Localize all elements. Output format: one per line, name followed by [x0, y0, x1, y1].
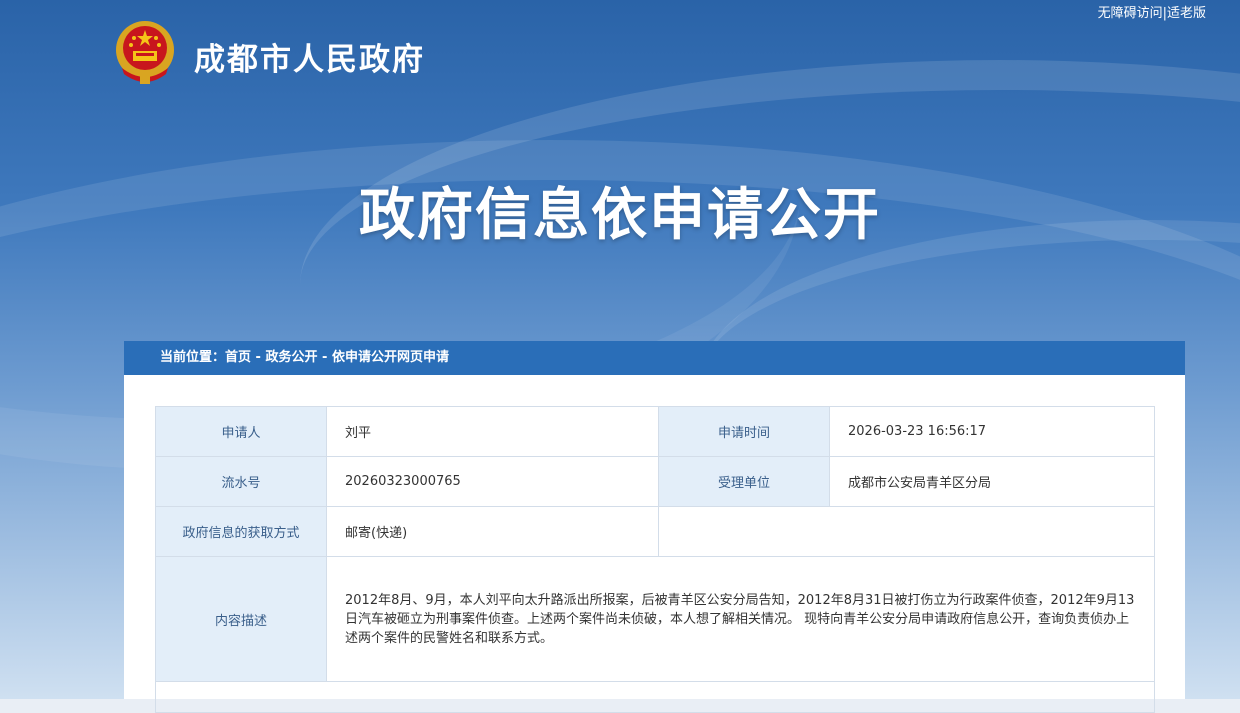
empty-cell	[658, 506, 1155, 557]
time-value: 2026-03-23 16:56:17	[829, 406, 1155, 457]
application-table: 申请人 刘平 申请时间 2026-03-23 16:56:17 流水号 2026…	[155, 406, 1155, 682]
site-title[interactable]: 成都市人民政府	[194, 34, 425, 79]
table-row: 流水号 20260323000765 受理单位 成都市公安局青羊区分局	[155, 456, 1155, 507]
elderly-mode-link[interactable]: 适老版	[1167, 6, 1206, 21]
breadcrumb-separator: -	[251, 350, 266, 365]
main-content: 当前位置：首页 - 政务公开 - 依申请公开网页申请 申请人 刘平 申请时间 2…	[124, 341, 1185, 713]
top-links: 无障碍访问|适老版	[1098, 2, 1206, 21]
table-row: 政府信息的获取方式 邮寄(快递)	[155, 506, 1155, 557]
breadcrumb-prefix: 当前位置：	[160, 350, 226, 365]
breadcrumb: 当前位置：首页 - 政务公开 - 依申请公开网页申请	[124, 341, 1185, 375]
page-title: 政府信息依申请公开	[359, 183, 881, 248]
description-value: 2012年8月、9月，本人刘平向太升路派出所报案，后被青羊区公安分局告知，201…	[326, 556, 1155, 682]
accessible-link[interactable]: 无障碍访问	[1098, 6, 1163, 21]
breadcrumb-separator: -	[317, 350, 332, 365]
description-label: 内容描述	[155, 556, 327, 682]
table-row: 内容描述 2012年8月、9月，本人刘平向太升路派出所报案，后被青羊区公安分局告…	[155, 556, 1155, 682]
unit-value: 成都市公安局青羊区分局	[829, 456, 1155, 507]
method-value: 邮寄(快递)	[326, 506, 659, 557]
applicant-label: 申请人	[155, 406, 327, 457]
table-row: 申请人 刘平 申请时间 2026-03-23 16:56:17	[155, 406, 1155, 457]
next-section-box	[155, 681, 1155, 713]
unit-label: 受理单位	[658, 456, 830, 507]
breadcrumb-home[interactable]: 首页	[225, 350, 251, 365]
breadcrumb-current[interactable]: 依申请公开网页申请	[332, 350, 449, 365]
breadcrumb-gov-affairs[interactable]: 政务公开	[265, 350, 317, 365]
serial-value: 20260323000765	[326, 456, 659, 507]
applicant-value: 刘平	[326, 406, 659, 457]
time-label: 申请时间	[658, 406, 830, 457]
national-emblem-icon[interactable]	[114, 20, 176, 86]
method-label: 政府信息的获取方式	[155, 506, 327, 557]
serial-label: 流水号	[155, 456, 327, 507]
